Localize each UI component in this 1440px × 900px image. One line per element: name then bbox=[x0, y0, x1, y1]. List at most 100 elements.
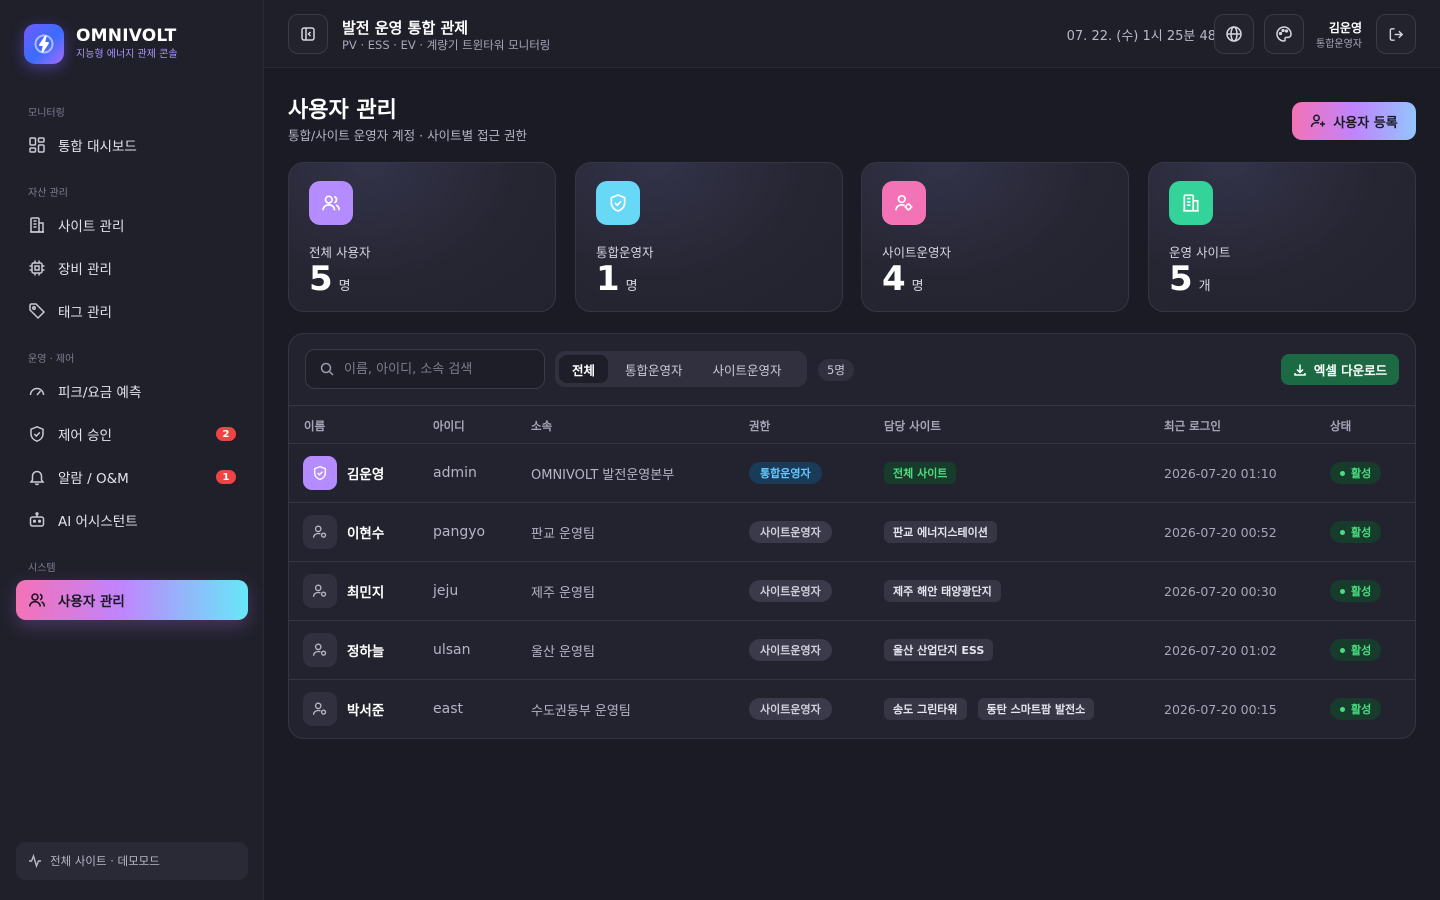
sidebar-item-label: AI 어시스턴트 bbox=[58, 514, 138, 530]
last-login: 2026-07-20 00:30 bbox=[1164, 583, 1277, 599]
user-gear-icon bbox=[303, 692, 337, 726]
add-user-button[interactable]: 사용자 등록 bbox=[1292, 102, 1416, 140]
sidebar-item-sites[interactable]: 사이트 관리 bbox=[16, 205, 248, 245]
header-subtitle: PV · ESS · EV · 계량기 트윈타워 모니터링 bbox=[342, 38, 551, 52]
users-icon bbox=[28, 591, 46, 609]
grid-icon bbox=[28, 136, 46, 154]
user-org: 수도권동부 운영팀 bbox=[531, 703, 631, 719]
filter-tab-site[interactable]: 사이트운영자 bbox=[700, 355, 795, 383]
last-login: 2026-07-20 01:02 bbox=[1164, 642, 1277, 658]
building-icon bbox=[28, 216, 46, 234]
column-header[interactable]: 권한 bbox=[749, 418, 770, 434]
logout-button[interactable] bbox=[1376, 14, 1416, 54]
user-org: 판교 운영팀 bbox=[531, 526, 595, 542]
role-badge: 사이트운영자 bbox=[749, 521, 832, 543]
theme-button[interactable] bbox=[1264, 14, 1304, 54]
user-id: east bbox=[433, 701, 463, 717]
role-badge: 사이트운영자 bbox=[749, 639, 832, 661]
column-header[interactable]: 소속 bbox=[531, 418, 552, 434]
site-mode-label: 전체 사이트 · 데모모드 bbox=[50, 854, 160, 868]
table-row[interactable]: 정하늘 ulsan 울산 운영팀 사이트운영자 울산 산업단지 ESS 2026… bbox=[289, 621, 1415, 680]
filter-tab-all[interactable]: 전체 bbox=[559, 355, 609, 383]
site-mode-indicator[interactable]: 전체 사이트 · 데모모드 bbox=[16, 842, 248, 880]
stat-card-integrated-operators: 통합운영자 1명 bbox=[575, 162, 843, 312]
notification-badge: 1 bbox=[216, 470, 236, 484]
site-badge: 동탄 스마트팜 발전소 bbox=[977, 698, 1095, 720]
user-id: pangyo bbox=[433, 524, 486, 540]
sidebar-item-label: 통합 대시보드 bbox=[58, 139, 137, 155]
stat-unit: 명 bbox=[911, 279, 924, 294]
lightning-logo-icon bbox=[24, 24, 64, 64]
column-header[interactable]: 이름 bbox=[304, 418, 325, 434]
column-header[interactable]: 최근 로그인 bbox=[1164, 418, 1221, 434]
table-row[interactable]: 김운영 admin OMNIVOLT 발전운영본부 통합운영자 전체 사이트 2… bbox=[289, 444, 1415, 503]
users-icon bbox=[309, 181, 353, 225]
user-name: 김운영 bbox=[347, 467, 385, 483]
last-login: 2026-07-20 01:10 bbox=[1164, 465, 1277, 481]
page-subtitle: 통합/사이트 운영자 계정 · 사이트별 접근 권한 bbox=[288, 128, 528, 143]
site-badge: 울산 산업단지 ESS bbox=[884, 639, 994, 661]
last-login: 2026-07-20 00:15 bbox=[1164, 701, 1277, 717]
site-badge: 제주 해안 태양광단지 bbox=[884, 580, 1001, 602]
user-name: 이현수 bbox=[347, 526, 385, 542]
activity-icon bbox=[29, 854, 41, 868]
status-badge: 활성 bbox=[1330, 639, 1382, 661]
sidebar-item-devices[interactable]: 장비 관리 bbox=[16, 248, 248, 288]
shield-check-icon bbox=[303, 456, 337, 490]
site-badge: 송도 그린타워 bbox=[884, 698, 967, 720]
user-id: jeju bbox=[433, 583, 459, 599]
sidebar-item-alarms[interactable]: 알람 / O&M 1 bbox=[16, 457, 248, 497]
user-org: OMNIVOLT 발전운영본부 bbox=[531, 467, 675, 483]
column-header[interactable]: 상태 bbox=[1330, 418, 1351, 434]
sidebar-item-dashboard[interactable]: 통합 대시보드 bbox=[16, 125, 248, 165]
sidebar-item-peak-forecast[interactable]: 피크/요금 예측 bbox=[16, 371, 248, 411]
filter-tab-integrated[interactable]: 통합운영자 bbox=[612, 355, 696, 383]
page-title: 사용자 관리 bbox=[288, 98, 397, 123]
nav-section-system: 시스템 bbox=[28, 563, 56, 574]
column-header[interactable]: 담당 사이트 bbox=[884, 418, 941, 434]
language-button[interactable] bbox=[1214, 14, 1254, 54]
chip-icon bbox=[28, 259, 46, 277]
search-box[interactable] bbox=[305, 349, 545, 389]
status-badge: 활성 bbox=[1330, 698, 1382, 720]
brand[interactable]: OMNIVOLT 지능형 에너지 관제 콘솔 bbox=[24, 24, 178, 64]
shield-check-icon bbox=[596, 181, 640, 225]
sidebar-item-ai-assistant[interactable]: AI 어시스턴트 bbox=[16, 500, 248, 540]
stat-value: 4 bbox=[882, 259, 906, 299]
user-name: 김운영 bbox=[1328, 21, 1362, 35]
status-badge: 활성 bbox=[1330, 521, 1382, 543]
sidebar: OMNIVOLT 지능형 에너지 관제 콘솔 모니터링 통합 대시보드 자산 관… bbox=[0, 0, 264, 900]
sidebar-toggle-button[interactable] bbox=[288, 14, 328, 54]
stat-card-total-users: 전체 사용자 5명 bbox=[288, 162, 556, 312]
result-count: 5명 bbox=[818, 359, 854, 381]
table-row[interactable]: 이현수 pangyo 판교 운영팀 사이트운영자 판교 에너지스테이션 2026… bbox=[289, 503, 1415, 562]
logout-icon bbox=[1389, 27, 1403, 41]
nav-section-monitoring: 모니터링 bbox=[28, 108, 65, 119]
role-badge: 통합운영자 bbox=[749, 462, 822, 484]
site-badge: 전체 사이트 bbox=[884, 462, 957, 484]
status-badge: 활성 bbox=[1330, 580, 1382, 602]
bot-icon bbox=[28, 511, 46, 529]
table-row[interactable]: 최민지 jeju 제주 운영팀 사이트운영자 제주 해안 태양광단지 2026-… bbox=[289, 562, 1415, 621]
sidebar-item-control-approval[interactable]: 제어 승인 2 bbox=[16, 414, 248, 454]
search-input[interactable] bbox=[344, 361, 524, 377]
stat-value: 5 bbox=[1169, 259, 1193, 299]
sidebar-item-users[interactable]: 사용자 관리 bbox=[16, 580, 248, 620]
sidebar-item-label: 장비 관리 bbox=[58, 262, 112, 278]
excel-download-label: 엑셀 다운로드 bbox=[1313, 363, 1388, 378]
header-clock: 07. 22. (수) 1시 25분 48초 bbox=[1066, 29, 1228, 44]
stat-unit: 명 bbox=[338, 279, 351, 294]
sidebar-item-tags[interactable]: 태그 관리 bbox=[16, 291, 248, 331]
excel-download-button[interactable]: 엑셀 다운로드 bbox=[1281, 354, 1399, 385]
brand-subtitle: 지능형 에너지 관제 콘솔 bbox=[76, 49, 178, 60]
user-org: 울산 운영팀 bbox=[531, 644, 595, 660]
column-header[interactable]: 아이디 bbox=[433, 418, 465, 434]
search-icon bbox=[320, 362, 334, 376]
role-badge: 사이트운영자 bbox=[749, 698, 832, 720]
user-plus-icon bbox=[1311, 114, 1326, 128]
user-gear-icon bbox=[303, 515, 337, 549]
table-row[interactable]: 박서준 east 수도권동부 운영팀 사이트운영자 송도 그린타워 동탄 스마트… bbox=[289, 680, 1415, 738]
palette-icon bbox=[1276, 26, 1292, 42]
user-gear-icon bbox=[882, 181, 926, 225]
sidebar-item-label: 사이트 관리 bbox=[58, 219, 125, 235]
